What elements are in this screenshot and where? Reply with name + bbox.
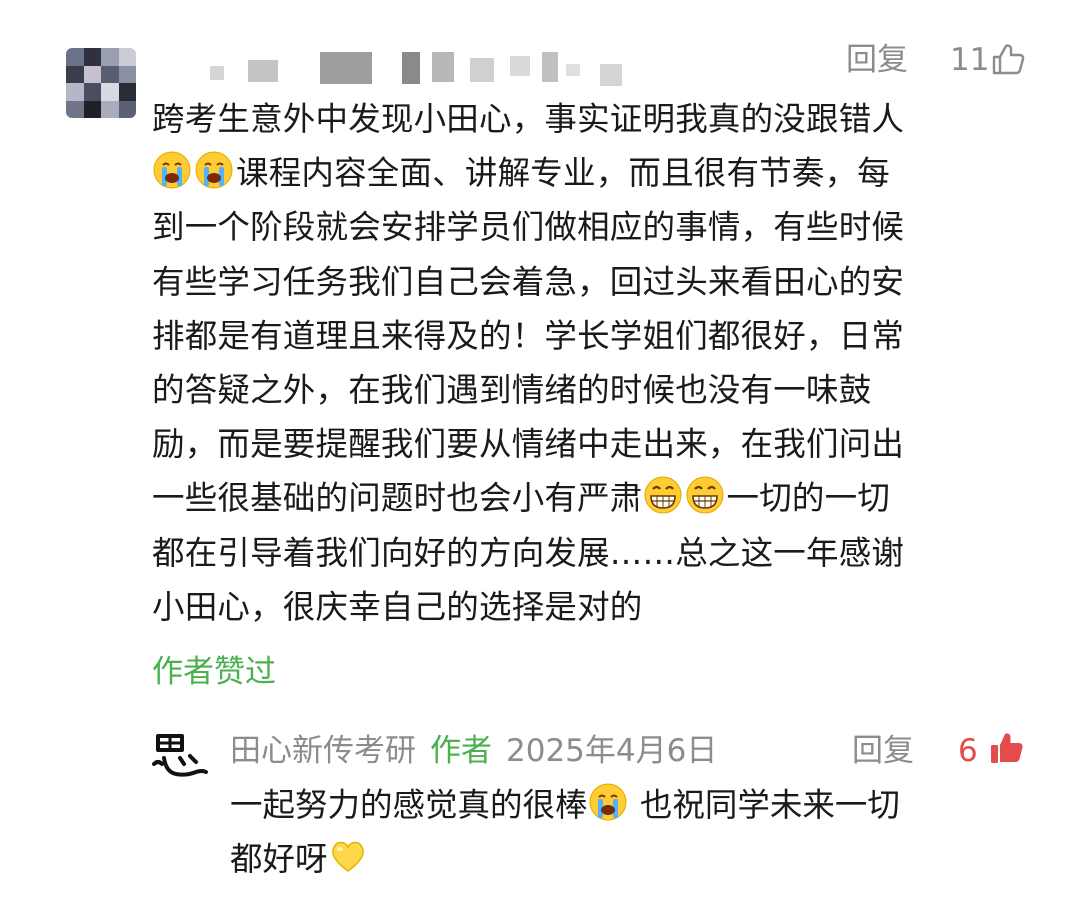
reply-date: 2025年4月6日 [506,733,718,769]
thumbs-up-filled-icon[interactable] [988,730,1024,766]
comment-line: 一些很基础的问题时也会小有严肃 一切的一切 [152,471,1032,525]
like-count[interactable]: 6 [958,731,978,771]
comment-line: 课程内容全面、讲解专业，而且很有节奏，每 [152,146,1032,200]
author-liked-label: 作者赞过 [152,654,276,690]
commenter-avatar[interactable] [66,48,136,118]
grinning-face-icon [686,476,724,514]
reply-author-name[interactable]: 田心新传考研 [230,733,416,769]
grinning-face-icon [644,476,682,514]
comment-line: 小田心，很庆幸自己的选择是对的 [152,587,643,626]
reply-line: 一起努力的感觉真的很棒 也祝同学未来一切 [230,778,1030,832]
comment-line: 到一个阶段就会安排学员们做相应的事情，有些时候 [152,208,905,247]
calligraphy-logo-icon[interactable] [150,730,210,782]
crying-face-icon [153,151,191,189]
comment-line: 都在引导着我们向好的方向发展……总之这一年感谢 [152,533,905,572]
like-count[interactable]: 11 [950,40,989,80]
comment-body: 跨考生意外中发现小田心，事实证明我真的没跟错人 课程内容全面、讲解专业，而且很有… [152,92,1032,634]
author-tag: 作者 [430,733,492,769]
yellow-heart-icon [331,841,364,872]
reply-line: 都好呀 [230,832,1030,886]
comment-line: 的答疑之外，在我们遇到情绪的时候也没有一味鼓 [152,370,872,409]
reply-body: 一起努力的感觉真的很棒 也祝同学未来一切 都好呀 [230,778,1030,886]
username-redacted [170,52,650,86]
comment-line: 励，而是要提醒我们要从情绪中走出来，在我们问出 [152,425,905,464]
comment-line: 排都是有道理且来得及的！学长学姐们都很好，日常 [152,316,905,355]
comment-line: 有些学习任务我们自己会着急，回过头来看田心的安 [152,262,905,301]
crying-face-icon [589,783,627,821]
thumbs-up-outline-icon[interactable] [990,41,1026,77]
comment-line: 跨考生意外中发现小田心，事实证明我真的没跟错人 [152,100,905,138]
reply-meta: 田心新传考研 作者 2025年4月6日 [230,729,717,773]
reply-button[interactable]: 回复 [846,40,908,80]
reply-button[interactable]: 回复 [852,731,914,771]
crying-face-icon [195,151,233,189]
